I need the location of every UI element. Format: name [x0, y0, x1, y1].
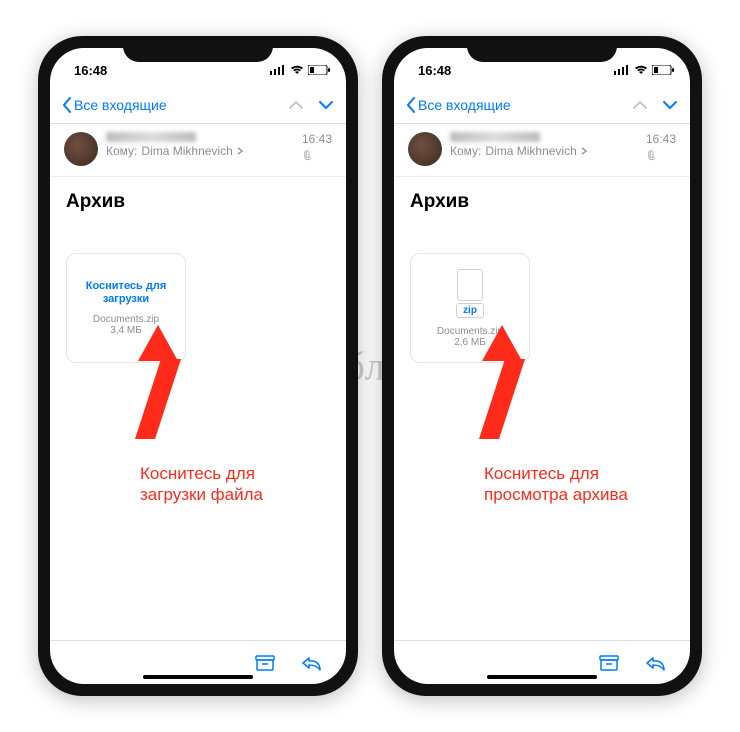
screen: 16:48 Все входящие — [50, 48, 346, 684]
subject: Архив — [50, 177, 346, 213]
tap-to-download-line1: Коснитесь для — [86, 280, 167, 293]
message-time: 16:43 — [302, 132, 332, 146]
notch — [467, 36, 617, 62]
chevron-left-icon — [62, 97, 72, 113]
wifi-icon — [290, 65, 304, 75]
message-header: Кому: Dima Mikhnevich 16:43 — [50, 124, 346, 177]
battery-icon — [308, 65, 330, 75]
chevron-right-icon — [237, 147, 243, 155]
chevron-left-icon — [406, 97, 416, 113]
reply-button[interactable] — [644, 654, 666, 672]
to-name: Dima Mikhnevich — [141, 144, 232, 158]
prev-message-button[interactable] — [632, 100, 648, 110]
back-label: Все входящие — [418, 97, 511, 113]
attachment-icon — [646, 150, 676, 162]
to-name: Dima Mikhnevich — [485, 144, 576, 158]
back-button[interactable]: Все входящие — [406, 97, 511, 113]
callout-arrow — [138, 325, 178, 361]
battery-icon — [652, 65, 674, 75]
back-label: Все входящие — [74, 97, 167, 113]
sender-blurred — [106, 132, 196, 142]
subject: Архив — [394, 177, 690, 213]
nav-bar: Все входящие — [394, 86, 690, 124]
notch — [123, 36, 273, 62]
attachment-filename: Documents.zip — [93, 314, 159, 325]
file-badge: zip — [456, 303, 484, 318]
nav-bar: Все входящие — [50, 86, 346, 124]
to-prefix: Кому: — [450, 144, 481, 158]
chevron-right-icon — [581, 147, 587, 155]
signal-icon — [614, 65, 630, 75]
to-prefix: Кому: — [106, 144, 137, 158]
signal-icon — [270, 65, 286, 75]
archive-button[interactable] — [598, 654, 620, 672]
avatar[interactable] — [64, 132, 98, 166]
status-time: 16:48 — [418, 63, 451, 78]
phone-frame: 16:48 Все входящие — [382, 36, 702, 696]
message-body: Коснитесь для загрузки Documents.zip 3,4… — [50, 213, 346, 640]
message-body: zip Documents.zip 2,6 МБ Коснитесь для п… — [394, 213, 690, 640]
sender-blurred — [450, 132, 540, 142]
recipient-row[interactable]: Кому: Dima Mikhnevich — [106, 144, 294, 158]
callout-text: Коснитесь для просмотра архива — [484, 463, 628, 506]
message-time: 16:43 — [646, 132, 676, 146]
tap-to-download-line2: загрузки — [86, 293, 167, 306]
avatar[interactable] — [408, 132, 442, 166]
archive-button[interactable] — [254, 654, 276, 672]
screen: 16:48 Все входящие — [394, 48, 690, 684]
recipient-row[interactable]: Кому: Dima Mikhnevich — [450, 144, 638, 158]
next-message-button[interactable] — [662, 100, 678, 110]
phone-frame: 16:48 Все входящие — [38, 36, 358, 696]
prev-message-button[interactable] — [288, 100, 304, 110]
document-icon — [457, 269, 483, 301]
attachment-icon — [302, 150, 332, 162]
callout-text: Коснитесь для загрузки файла — [140, 463, 263, 506]
reply-button[interactable] — [300, 654, 322, 672]
message-header: Кому: Dima Mikhnevich 16:43 — [394, 124, 690, 177]
home-indicator[interactable] — [487, 675, 597, 679]
status-time: 16:48 — [74, 63, 107, 78]
home-indicator[interactable] — [143, 675, 253, 679]
callout-arrow — [482, 325, 522, 361]
next-message-button[interactable] — [318, 100, 334, 110]
back-button[interactable]: Все входящие — [62, 97, 167, 113]
wifi-icon — [634, 65, 648, 75]
